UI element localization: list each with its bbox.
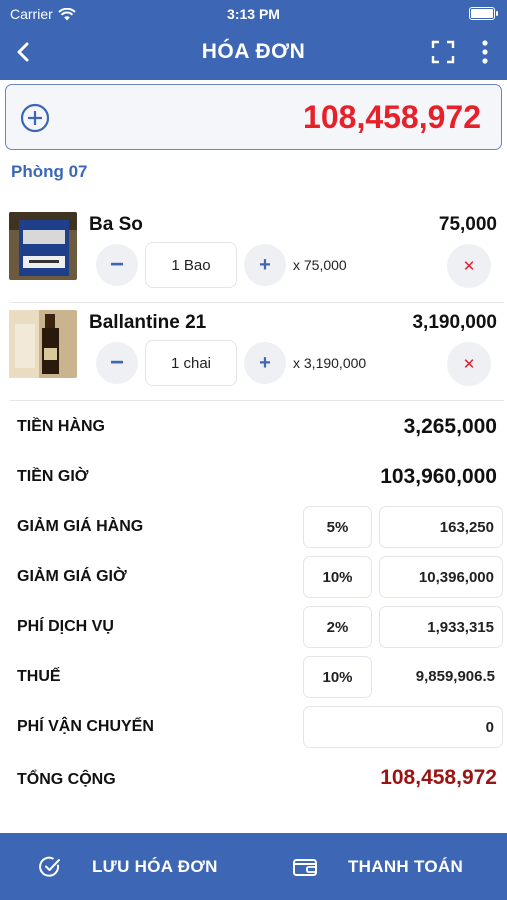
hours-discount-percent-field[interactable]: 10%: [303, 556, 372, 598]
remove-item-button[interactable]: ✕: [447, 342, 491, 386]
more-vertical-icon: [482, 40, 488, 64]
goods-total-label: TIỀN HÀNG: [17, 418, 105, 435]
app-header: Carrier 3:13 PM HÓA ĐƠN: [0, 0, 507, 80]
add-item-button[interactable]: [20, 103, 50, 133]
shipping-fee-field[interactable]: 0: [303, 706, 503, 748]
divider: [10, 400, 504, 401]
increase-quantity-button[interactable]: +: [244, 342, 286, 384]
goods-total-value: 3,265,000: [403, 415, 497, 438]
tax-value: 9,859,906.5: [415, 668, 495, 685]
increase-quantity-button[interactable]: +: [244, 244, 286, 286]
unit-price: x 75,000: [293, 257, 347, 273]
hours-total-label: TIỀN GIỜ: [17, 468, 89, 485]
goods-discount-label: GIẢM GIÁ HÀNG: [17, 518, 144, 535]
item-price: 3,190,000: [412, 312, 497, 333]
plus-circle-icon: [20, 103, 50, 133]
hours-discount-value-field[interactable]: 10,396,000: [379, 556, 503, 598]
hours-total-value: 103,960,000: [380, 465, 497, 488]
battery-icon: [469, 7, 498, 20]
fullscreen-icon: [431, 40, 455, 64]
hours-discount-label: GIẢM GIÁ GIỜ: [17, 568, 127, 585]
service-fee-percent-field[interactable]: 2%: [303, 606, 372, 648]
close-icon: ✕: [462, 356, 476, 373]
save-invoice-label: LƯU HÓA ĐƠN: [92, 856, 218, 876]
decrease-quantity-button[interactable]: −: [96, 244, 138, 286]
grand-total-label: TỔNG CỘNG: [17, 771, 116, 788]
status-time: 3:13 PM: [227, 6, 280, 22]
service-fee-label: PHÍ DỊCH VỤ: [17, 618, 114, 635]
plus-icon: +: [259, 253, 271, 276]
goods-discount-value-field[interactable]: 163,250: [379, 506, 503, 548]
fullscreen-button[interactable]: [431, 40, 455, 64]
unit-price: x 3,190,000: [293, 355, 367, 371]
minus-icon: −: [109, 349, 124, 376]
check-circle-icon: [39, 856, 60, 877]
pay-label: THANH TOÁN: [348, 856, 464, 876]
goods-discount-percent-field[interactable]: 5%: [303, 506, 372, 548]
quantity-field[interactable]: 1 chai: [145, 340, 237, 386]
room-label: Phòng 07: [11, 162, 88, 181]
service-fee-value-field[interactable]: 1,933,315: [379, 606, 503, 648]
bottom-action-bar: LƯU HÓA ĐƠN THANH TOÁN: [0, 833, 507, 900]
close-icon: ✕: [462, 258, 476, 275]
plus-icon: +: [259, 351, 271, 374]
nav-bar: HÓA ĐƠN: [0, 34, 507, 70]
item-price: 75,000: [438, 214, 497, 235]
save-invoice-button[interactable]: LƯU HÓA ĐƠN: [38, 833, 218, 900]
more-menu-button[interactable]: [473, 38, 497, 66]
wallet-icon: [293, 858, 317, 876]
total-amount-box: 108,458,972: [5, 84, 502, 150]
item-name: Ballantine 21: [89, 312, 207, 333]
item-name: Ba So: [89, 214, 143, 235]
pay-button[interactable]: THANH TOÁN: [292, 833, 463, 900]
grand-total-value: 108,458,972: [380, 766, 497, 789]
remove-item-button[interactable]: ✕: [447, 244, 491, 288]
quantity-field[interactable]: 1 Bao: [145, 242, 237, 288]
status-bar: Carrier 3:13 PM: [0, 5, 507, 25]
product-image: [9, 212, 77, 280]
list-item: Ba So 75,000 − 1 Bao + x 75,000 ✕: [0, 202, 507, 298]
tax-percent-field[interactable]: 10%: [303, 656, 372, 698]
total-amount: 108,458,972: [303, 99, 481, 135]
decrease-quantity-button[interactable]: −: [96, 342, 138, 384]
shipping-fee-label: PHÍ VẬN CHUYỂN: [17, 718, 154, 735]
list-item: Ballantine 21 3,190,000 − 1 chai + x 3,1…: [0, 300, 507, 396]
minus-icon: −: [109, 251, 124, 278]
tax-label: THUẾ: [17, 668, 61, 685]
product-image: [9, 310, 77, 378]
